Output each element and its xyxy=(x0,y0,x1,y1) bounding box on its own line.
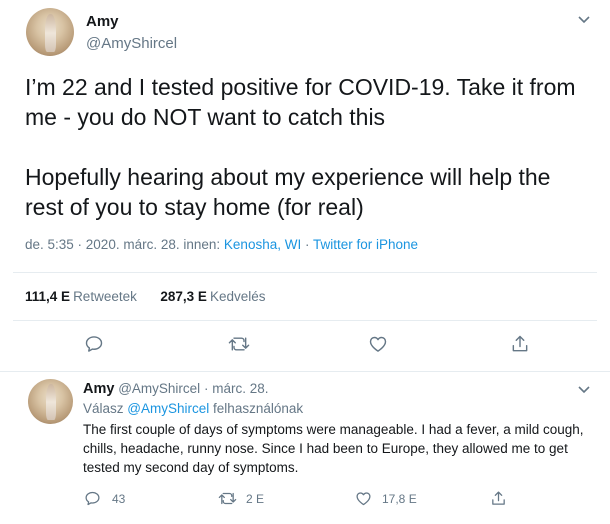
like-icon[interactable] xyxy=(368,334,388,354)
reply-author-name[interactable]: Amy xyxy=(83,381,114,397)
retweet-count: 2 E xyxy=(246,491,265,506)
source-link[interactable]: Twitter for iPhone xyxy=(313,237,418,252)
timestamp[interactable]: de. 5:35 · 2020. márc. 28. xyxy=(25,237,180,252)
retweets-label: Retweetek xyxy=(73,289,137,304)
reply-author-handle[interactable]: @AmyShircel xyxy=(118,381,200,396)
main-tweet: Amy @AmyShircel I’m 22 and I tested posi… xyxy=(0,0,610,372)
tweet-meta: de. 5:35 · 2020. márc. 28. innen: Kenosh… xyxy=(25,237,418,252)
reply-header: Amy @AmyShircel · márc. 28. xyxy=(83,381,268,397)
tweet-paragraph: I’m 22 and I tested positive for COVID-1… xyxy=(25,74,576,130)
divider xyxy=(13,272,597,273)
location-link[interactable]: Kenosha, WI xyxy=(224,237,301,252)
author-name[interactable]: Amy xyxy=(86,13,119,30)
reply-tweet[interactable]: Amy @AmyShircel · márc. 28. Válasz @AmyS… xyxy=(0,373,610,524)
tweet-text: I’m 22 and I tested positive for COVID-1… xyxy=(25,72,595,222)
replying-suffix: felhasználónak xyxy=(213,401,304,416)
engagement-stats: 111,4 E Retweetek 287,3 E Kedvelés xyxy=(25,289,265,304)
replying-prefix: Válasz xyxy=(83,401,124,416)
like-count: 17,8 E xyxy=(382,491,417,506)
tweet-paragraph: Hopefully hearing about my experience wi… xyxy=(25,164,551,220)
like-action[interactable]: 17,8 E xyxy=(355,490,417,507)
chevron-down-icon[interactable] xyxy=(578,382,590,397)
retweets-stat[interactable]: 111,4 E Retweetek xyxy=(25,289,137,304)
share-icon[interactable] xyxy=(510,334,530,354)
share-icon[interactable] xyxy=(490,490,507,507)
reply-icon xyxy=(84,490,101,507)
chevron-down-icon[interactable] xyxy=(578,12,590,27)
likes-label: Kedvelés xyxy=(209,289,266,304)
reply-text: The first couple of days of symptoms wer… xyxy=(83,422,584,475)
reply-count: 43 xyxy=(112,491,126,506)
reply-icon[interactable] xyxy=(84,334,104,354)
retweets-count: 111,4 E xyxy=(25,289,71,304)
likes-count: 287,3 E xyxy=(160,289,207,304)
avatar[interactable] xyxy=(26,8,74,56)
replying-to-link[interactable]: @AmyShircel xyxy=(127,401,209,416)
retweet-action[interactable]: 2 E xyxy=(218,490,264,507)
likes-stat[interactable]: 287,3 E Kedvelés xyxy=(160,289,265,304)
location-prefix: innen: xyxy=(183,237,221,252)
retweet-icon[interactable] xyxy=(228,334,250,354)
meta-separator: · xyxy=(304,237,310,252)
avatar[interactable] xyxy=(28,379,73,424)
divider xyxy=(13,320,597,321)
divider xyxy=(0,371,610,372)
retweet-icon xyxy=(218,490,237,507)
reply-action[interactable]: 43 xyxy=(84,490,125,507)
like-icon xyxy=(355,490,372,507)
author-handle[interactable]: @AmyShircel xyxy=(86,35,177,52)
reply-date[interactable]: · márc. 28. xyxy=(204,381,269,396)
replying-to: Válasz @AmyShircel felhasználónak xyxy=(83,401,303,416)
